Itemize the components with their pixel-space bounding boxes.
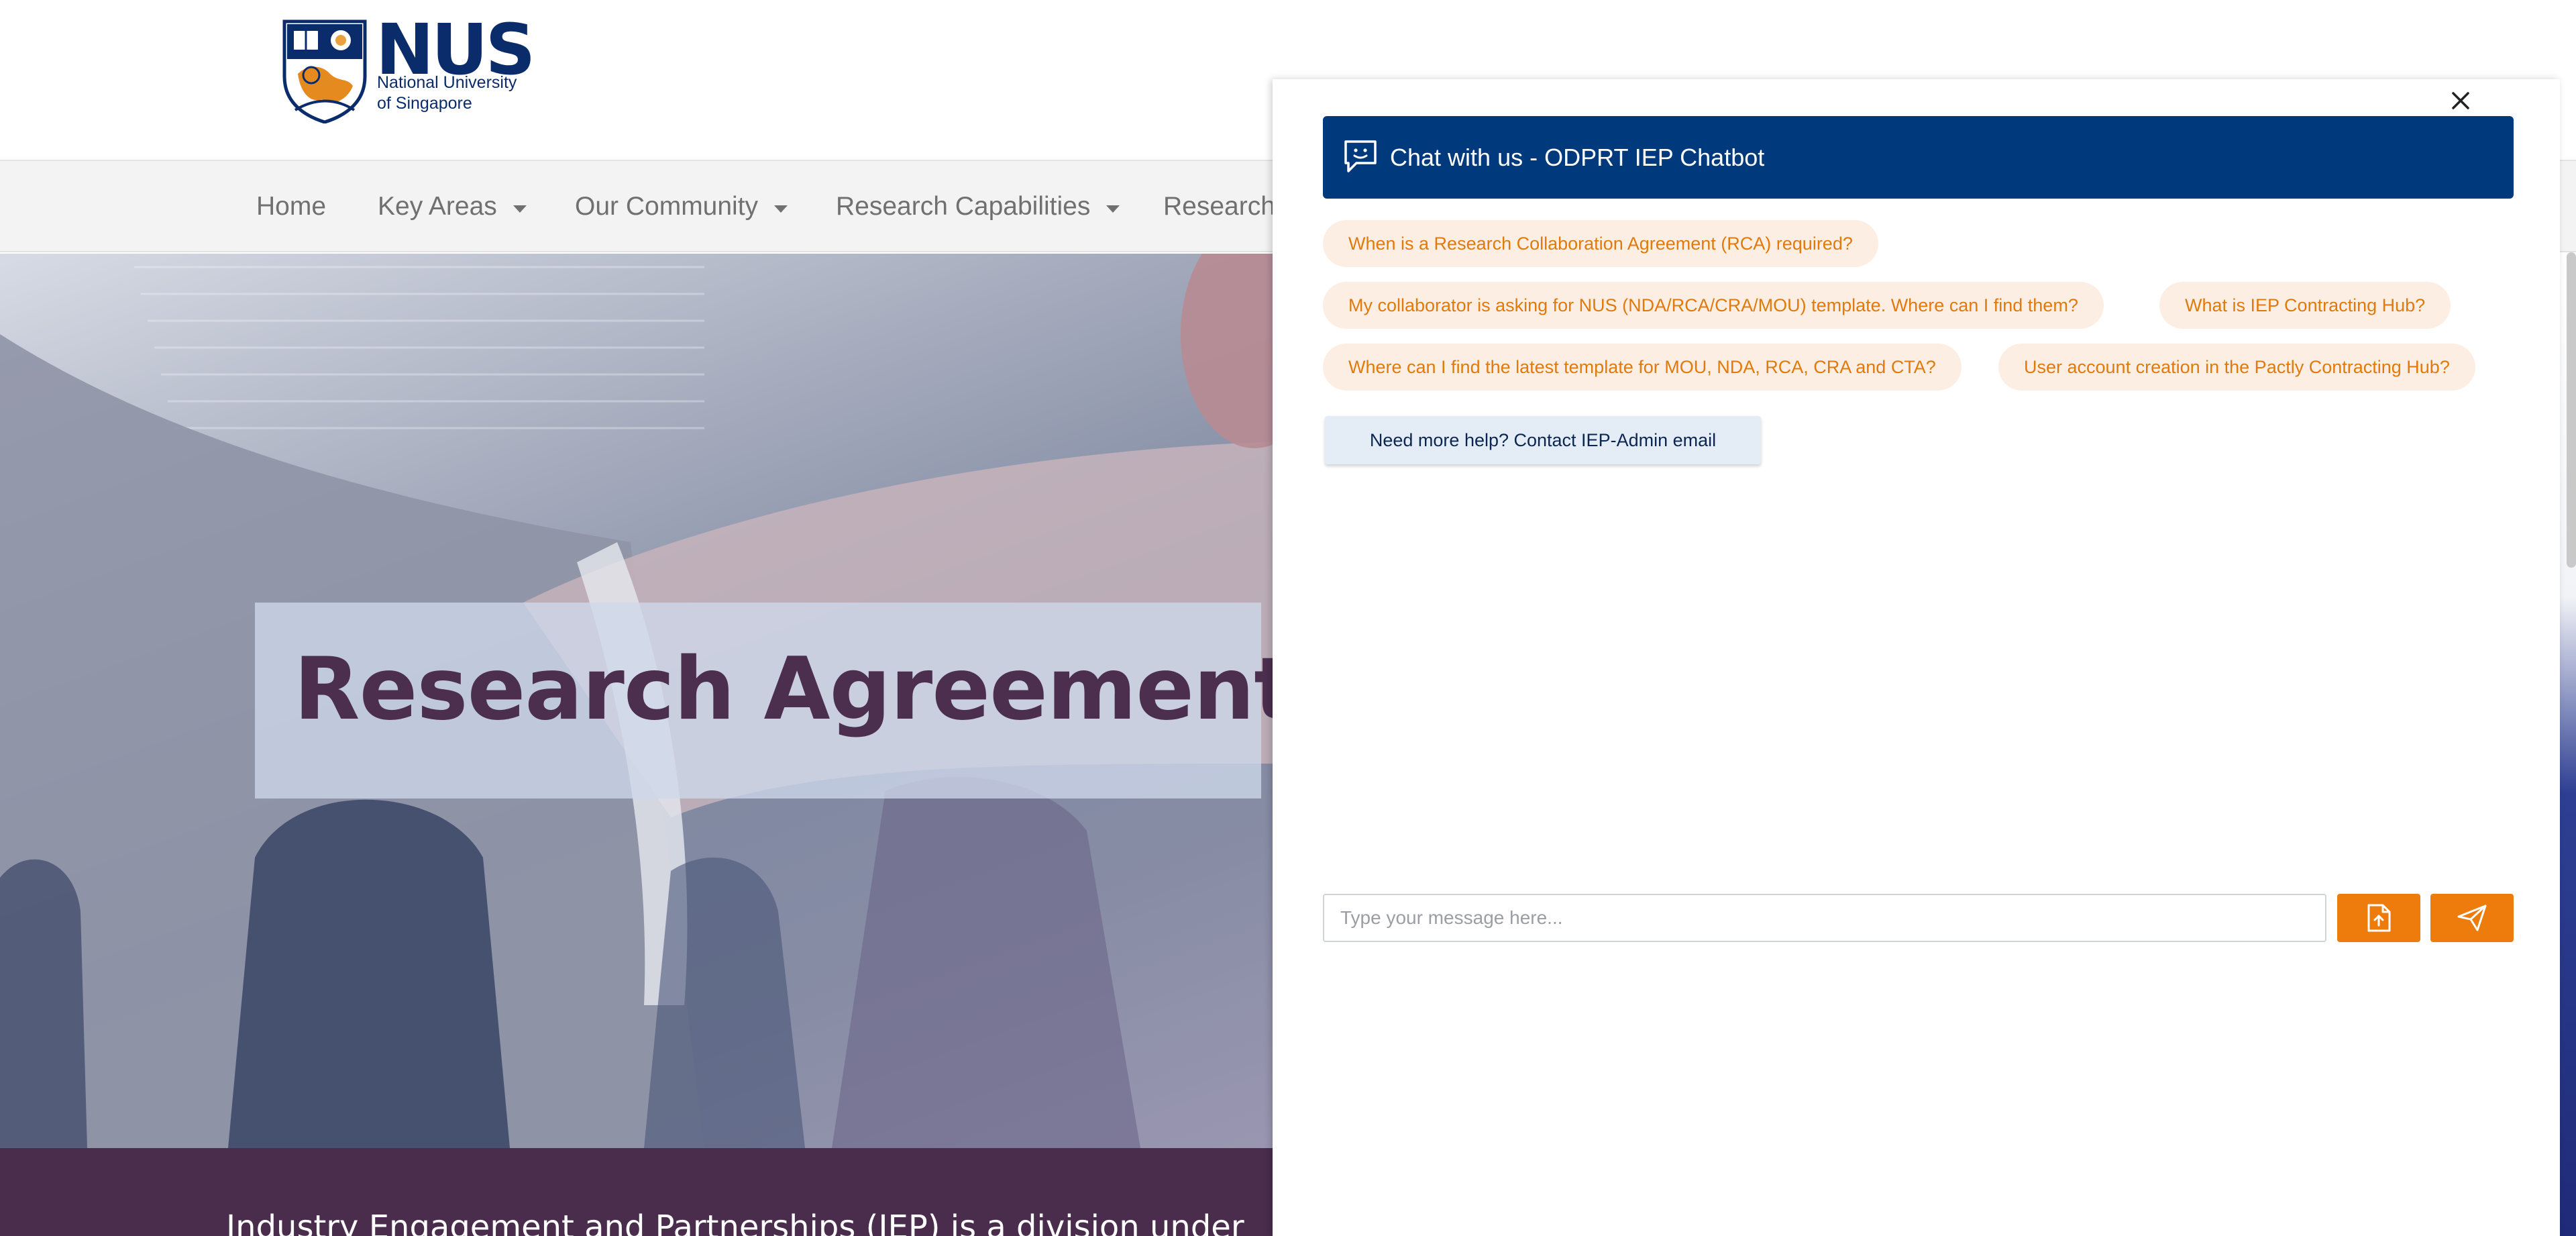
chat-message-input[interactable] [1323, 894, 2326, 942]
caret-down-icon [774, 205, 788, 213]
nav-item-our-community[interactable]: Our Community [575, 161, 788, 252]
nus-logo[interactable]: NUS National University of Singapore [282, 15, 535, 129]
suggestion-chip[interactable]: What is IEP Contracting Hub? [2159, 282, 2451, 329]
contact-admin-button[interactable]: Need more help? Contact IEP-Admin email [1325, 416, 1761, 464]
nav-item-label: Research Capabilities [836, 192, 1091, 221]
chat-header: Chat with us - ODPRT IEP Chatbot [1323, 116, 2514, 199]
page-title: Research Agreements [294, 639, 1275, 739]
caret-down-icon [513, 205, 527, 213]
suggestion-chip[interactable]: Where can I find the latest template for… [1323, 344, 1962, 391]
logo-subtitle-line2: of Singapore [377, 94, 472, 113]
nav-item-key-areas[interactable]: Key Areas [378, 161, 527, 252]
chat-bubble-icon [1344, 140, 1377, 172]
nus-crest-icon [282, 19, 367, 123]
nav-item-label: Our Community [575, 192, 759, 221]
chat-title: Chat with us - ODPRT IEP Chatbot [1390, 143, 1765, 171]
nav-item-home[interactable]: Home [256, 161, 326, 252]
chat-close-button[interactable] [2443, 83, 2478, 118]
send-icon [2457, 905, 2487, 931]
suggestion-chip[interactable]: My collaborator is asking for NUS (NDA/R… [1323, 282, 2104, 329]
nav-item-research[interactable]: Research [1163, 161, 1275, 252]
nav-item-label: Home [256, 192, 327, 221]
nav-item-label: Research [1163, 192, 1275, 221]
nav-item-research-capabilities[interactable]: Research Capabilities [836, 161, 1120, 252]
suggestion-chip[interactable]: When is a Research Collaboration Agreeme… [1323, 220, 1878, 267]
close-icon [2452, 92, 2469, 109]
nav-item-label: Key Areas [378, 192, 497, 221]
suggestion-chip[interactable]: User account creation in the Pactly Cont… [1998, 344, 2475, 391]
upload-file-button[interactable] [2337, 894, 2420, 942]
intro-text: Industry Engagement and Partnerships (IE… [226, 1208, 1244, 1236]
logo-subtitle: National University of Singapore [377, 72, 517, 114]
caret-down-icon [1106, 205, 1120, 213]
logo-subtitle-line1: National University [377, 73, 517, 92]
intro-section: Industry Engagement and Partnerships (IE… [0, 1148, 1275, 1236]
page-scrollbar[interactable] [2567, 252, 2576, 568]
hero-banner: Research Agreements [0, 254, 1275, 1148]
send-message-button[interactable] [2430, 894, 2514, 942]
file-upload-icon [2367, 904, 2391, 932]
